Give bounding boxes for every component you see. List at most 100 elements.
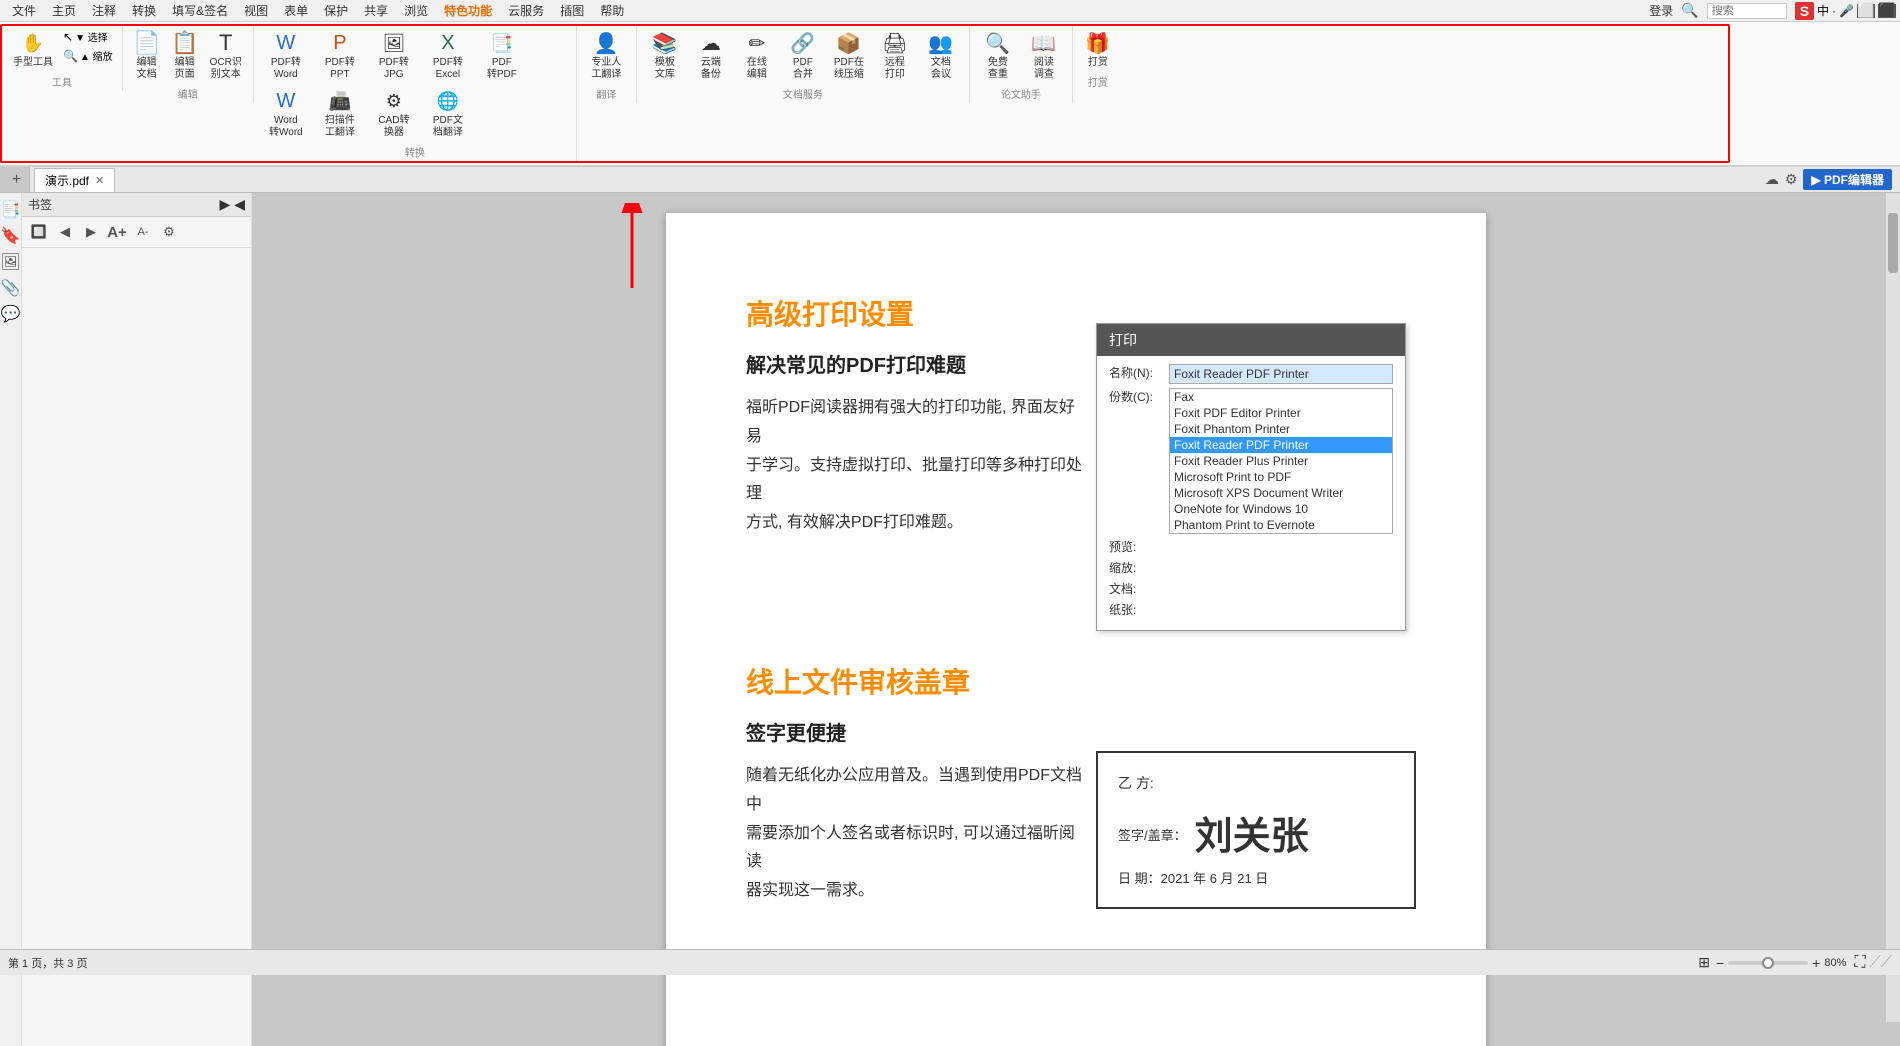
menu-cloud[interactable]: 云服务 — [500, 0, 552, 21]
menu-protect[interactable]: 保护 — [316, 0, 356, 21]
reading-survey-button[interactable]: 📖 阅读调查 — [1022, 28, 1066, 84]
menu-form[interactable]: 表单 — [276, 0, 316, 21]
view-icon-1[interactable]: ⊞ — [1698, 954, 1710, 971]
login-button[interactable]: 登录 — [1649, 2, 1673, 19]
menu-sign[interactable]: 填写&签名 — [164, 0, 236, 21]
menu-file[interactable]: 文件 — [4, 0, 44, 21]
remote-print-icon: 🖨 — [883, 31, 907, 55]
pdf-convert-button[interactable]: 📑 PDF转PDF — [476, 28, 528, 84]
sign-section-subtitle: 签字更便捷 — [746, 717, 1086, 746]
pdf-translate-button[interactable]: 🌐 PDF文档翻译 — [422, 86, 474, 142]
tab-new-icon[interactable]: + — [12, 171, 21, 189]
zoom-slider[interactable] — [1728, 961, 1808, 965]
bookmark-settings-button[interactable]: ⚙ — [158, 221, 180, 243]
template-button[interactable]: 📚 模板文库 — [643, 28, 687, 84]
print-preview-label: 预览: — [1109, 538, 1169, 555]
pdf-scrollbar-thumb[interactable] — [1888, 213, 1898, 273]
print-copies-row: 份数(C): Fax Foxit PDF Editor Printer Foxi… — [1109, 388, 1393, 534]
menu-view[interactable]: 视图 — [236, 0, 276, 21]
pdf-merge-button[interactable]: 🔗 PDF合并 — [781, 28, 825, 84]
menu-home[interactable]: 主页 — [44, 0, 84, 21]
sidebar-content — [22, 248, 251, 1046]
word-to-pdf-button[interactable]: W Word转Word — [260, 86, 312, 142]
menu-help[interactable]: 帮助 — [592, 0, 632, 21]
online-edit-button[interactable]: ✏ 在线编辑 — [735, 28, 779, 84]
reward-button[interactable]: 🎁 打赏 — [1080, 28, 1116, 72]
pdf-scrollbar[interactable] — [1886, 193, 1900, 1022]
pdf-to-jpg-button[interactable]: 🖼 PDF转JPG — [368, 28, 420, 84]
zoom-tool-button[interactable]: 🔍▲ 缩放 — [60, 47, 116, 64]
select-icon: ↖ — [63, 30, 73, 44]
menu-special[interactable]: 特色功能 — [436, 0, 500, 21]
sidebar-header: 书签 ▶ ◀ — [22, 193, 251, 217]
print-name-value: Foxit Reader PDF Printer — [1169, 364, 1393, 384]
template-label: 模板文库 — [655, 57, 675, 81]
menu-share[interactable]: 共享 — [356, 0, 396, 21]
status-bar-lines: ⟋⟋ — [1870, 954, 1892, 972]
fullscreen-button[interactable]: ⛶ — [1854, 954, 1865, 972]
text-larger-button[interactable]: A+ — [106, 221, 128, 243]
remote-print-button[interactable]: 🖨 远程打印 — [873, 28, 917, 84]
zoom-slider-thumb[interactable] — [1762, 957, 1774, 969]
sidebar-collapse-icon[interactable]: ◀ — [234, 196, 245, 213]
pdf-compress-button[interactable]: 📦 PDF在线压缩 — [827, 28, 871, 84]
pdf-to-excel-button[interactable]: X PDF转Excel — [422, 28, 474, 84]
menu-plugin[interactable]: 插图 — [552, 0, 592, 21]
cad-button[interactable]: ⚙ CAD转换器 — [368, 86, 420, 142]
doc-meeting-button[interactable]: 👥 文档会议 — [919, 28, 963, 84]
search-input[interactable] — [1707, 3, 1787, 19]
text-smaller-button[interactable]: A- — [132, 221, 154, 243]
printer-foxit-reader: Foxit Reader PDF Printer — [1170, 437, 1392, 453]
settings-icon[interactable]: ⚙ — [1785, 171, 1798, 188]
page-info: 第 1 页，共 3 页 — [8, 955, 87, 971]
print-preview-row: 预览: — [1109, 538, 1393, 555]
printer-ms-xps: Microsoft XPS Document Writer — [1170, 485, 1392, 501]
sidebar-icon-2[interactable]: 🔖 — [2, 227, 20, 245]
menu-convert[interactable]: 转换 — [124, 0, 164, 21]
sidebar-expand-icon[interactable]: ▶ — [219, 196, 230, 213]
print-paper-label: 纸张: — [1109, 601, 1169, 618]
sidebar-icon-3[interactable]: 🖼 — [2, 253, 20, 271]
menu-browse[interactable]: 浏览 — [396, 0, 436, 21]
pdf-viewer[interactable]: 高级打印设置 解决常见的PDF打印难题 福昕PDF阅读器拥有强大的打印功能, 界… — [252, 193, 1900, 1046]
zoom-plus-button[interactable]: + — [1812, 955, 1820, 971]
print-zoom-label: 缩放: — [1109, 559, 1169, 576]
word-to-pdf-icon: W — [274, 89, 298, 113]
sidebar-icon-5[interactable]: 💬 — [2, 305, 20, 323]
hand-tool-button[interactable]: ✋ 手型工具 — [8, 28, 58, 72]
zoom-minus-button[interactable]: − — [1716, 955, 1724, 971]
pdf-to-ppt-button[interactable]: P PDF转PPT — [314, 28, 366, 84]
printer-onenote: OneNote for Windows 10 — [1170, 501, 1392, 517]
print-name-row: 名称(N): Foxit Reader PDF Printer — [1109, 364, 1393, 384]
cloud-sync-icon: ☁ — [1765, 171, 1779, 188]
hand-icon: ✋ — [21, 31, 45, 55]
edit-page-button[interactable]: 📋 编辑页面 — [167, 28, 203, 84]
sidebar-icon-4[interactable]: 📎 — [2, 279, 20, 297]
scan-button[interactable]: 📠 扫描件工翻译 — [314, 86, 366, 142]
select-tool-button[interactable]: ↖▼ 选择 — [60, 28, 116, 45]
cloud-backup-button[interactable]: ☁ 云端备份 — [689, 28, 733, 84]
edit-doc-button[interactable]: 📄 编辑文档 — [129, 28, 165, 84]
tab-demo-pdf[interactable]: 演示.pdf ✕ — [34, 168, 115, 192]
word-to-pdf-label: Word转Word — [269, 115, 303, 139]
bookmark-prev-button[interactable]: ◀ — [54, 221, 76, 243]
pdf-to-word-button[interactable]: W PDF转Word — [260, 28, 312, 84]
bookmark-next-button[interactable]: ▶ — [80, 221, 102, 243]
printer-phantom-evernote: Phantom Print to Evernote — [1170, 517, 1392, 533]
free-check-button[interactable]: 🔍 免费查重 — [976, 28, 1020, 84]
translation-group-label: 翻译 — [596, 86, 616, 101]
sidebar-icon-1[interactable]: 📑 — [2, 201, 20, 219]
bookmark-add-button[interactable]: 🔲 — [28, 221, 50, 243]
printer-ms-pdf: Microsoft Print to PDF — [1170, 469, 1392, 485]
ocr-button[interactable]: T OCR识别文本 — [205, 28, 247, 84]
pdf-to-word-icon: W — [274, 31, 298, 55]
menu-comment[interactable]: 注释 — [84, 0, 124, 21]
signature-box: 乙 方: 签字/盖章： 刘关张 日 期：2021 年 6 月 21 日 — [1096, 751, 1416, 909]
sign-section: 线上文件审核盖章 签字更便捷 随着无纸化办公应用普及。当遇到使用PDF文档中 需… — [746, 661, 1426, 918]
search-icon: 🔍 — [1681, 2, 1698, 19]
edit-page-icon: 📋 — [173, 31, 197, 55]
pro-translate-button[interactable]: 👤 专业人工翻译 — [586, 28, 626, 84]
cad-label: CAD转换器 — [378, 115, 409, 139]
signature-date: 日 期：2021 年 6 月 21 日 — [1118, 871, 1268, 886]
tab-close-button[interactable]: ✕ — [95, 174, 104, 187]
